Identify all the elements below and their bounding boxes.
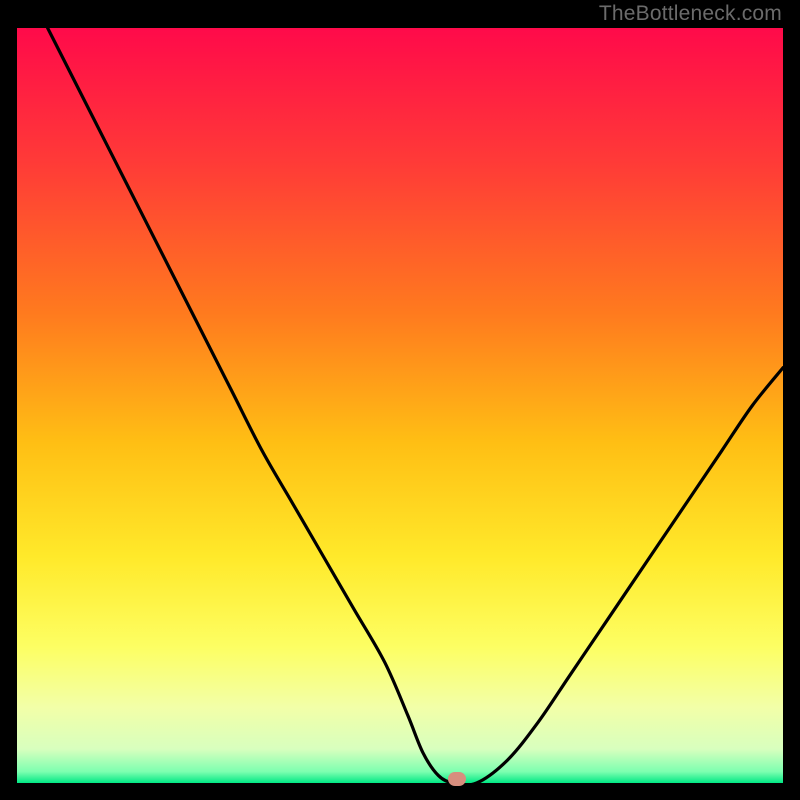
curve-layer <box>17 28 783 783</box>
chart-stage: TheBottleneck.com <box>0 0 800 800</box>
bottleneck-curve <box>48 28 783 783</box>
plot-area <box>17 28 783 783</box>
optimum-marker <box>448 772 466 786</box>
watermark-text: TheBottleneck.com <box>599 2 782 26</box>
